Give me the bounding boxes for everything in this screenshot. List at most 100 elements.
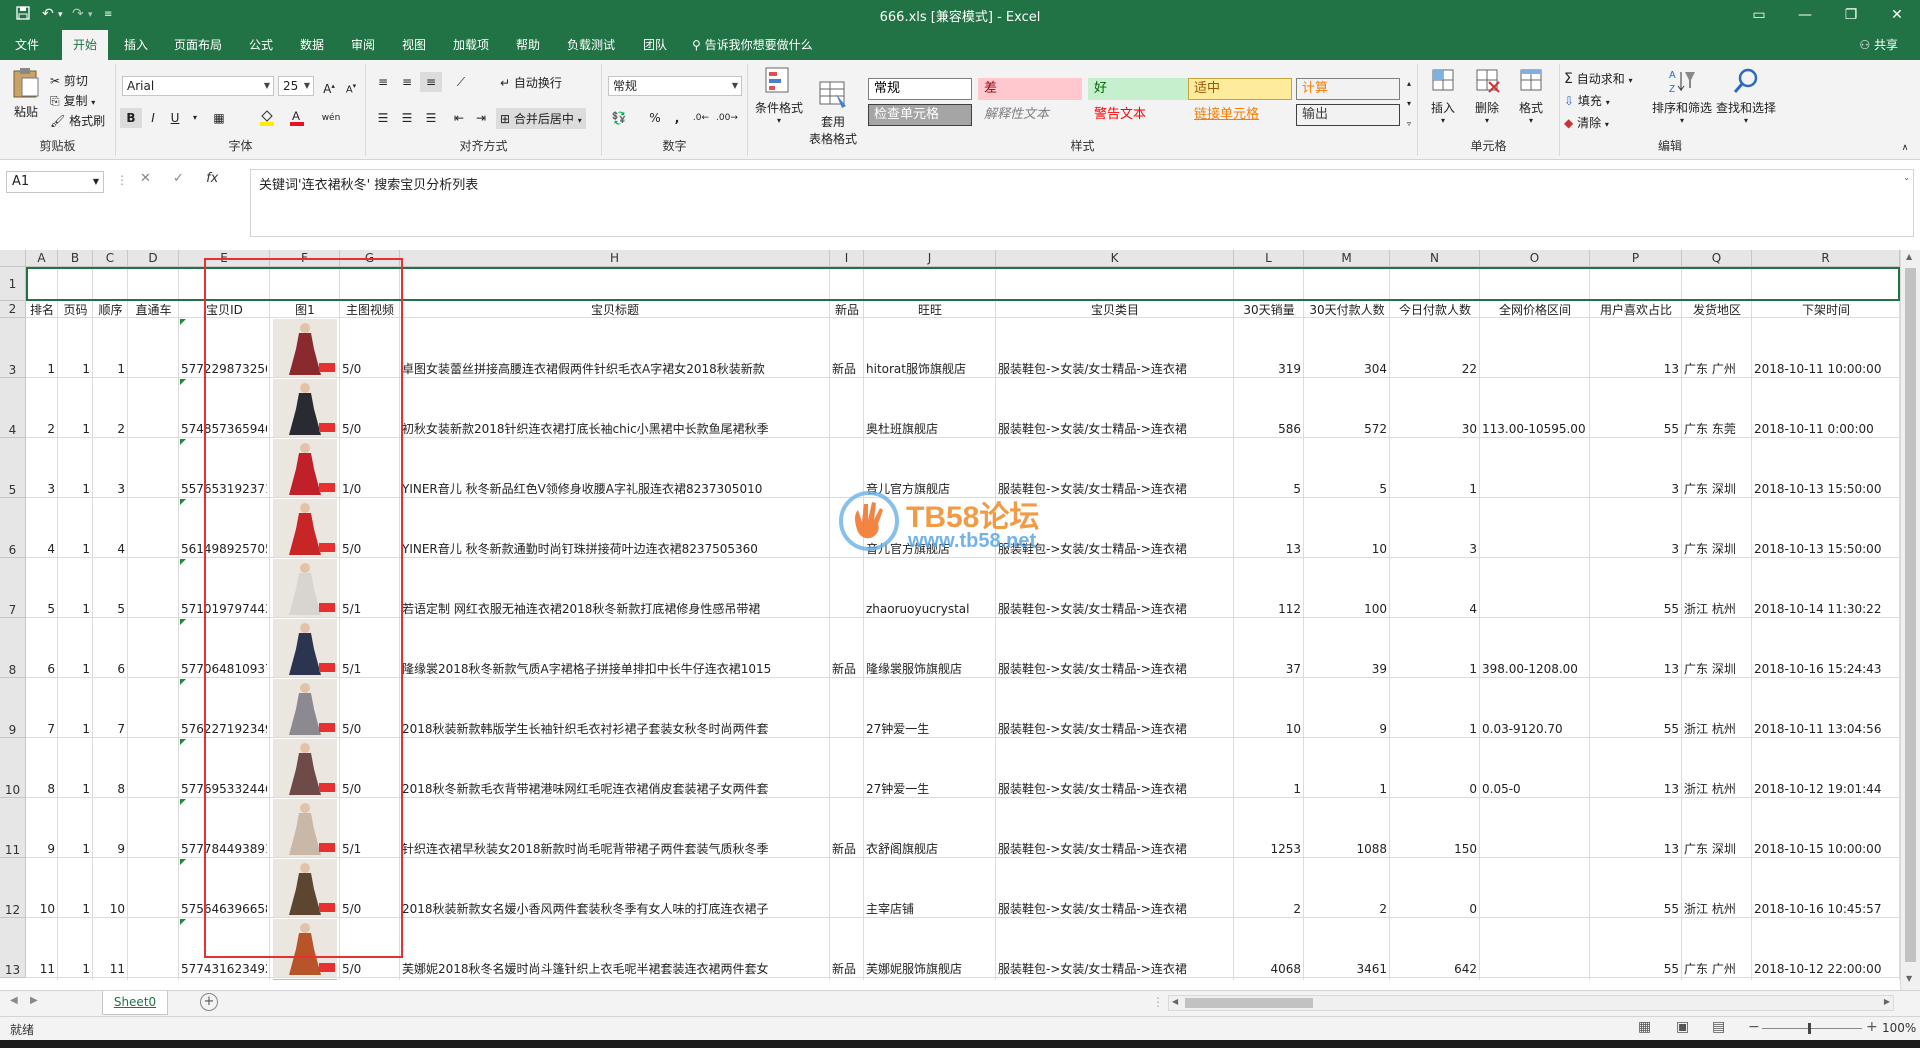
cell-a[interactable]: 11 <box>28 962 55 976</box>
cell-m[interactable]: 572 <box>1306 422 1387 436</box>
cell-b[interactable]: 1 <box>60 362 90 376</box>
cut-button[interactable]: ✂ 剪切 <box>50 72 88 89</box>
cell-j[interactable]: hitorat服饰旗舰店 <box>866 362 993 376</box>
shrink-font-icon[interactable]: A▾ <box>340 76 362 96</box>
cell-p[interactable]: 55 <box>1592 962 1679 976</box>
cell-b[interactable]: 1 <box>60 842 90 856</box>
cell-c[interactable]: 5 <box>95 602 125 616</box>
cell-q[interactable]: 广东 深圳 <box>1684 482 1749 496</box>
horizontal-scroll-thumb[interactable] <box>1185 998 1313 1008</box>
tab-page-layout[interactable]: 页面布局 <box>163 30 233 60</box>
column-title-i[interactable]: 新品 <box>830 303 864 317</box>
cell-style-option[interactable]: 常规 <box>868 78 972 100</box>
cell-a[interactable]: 6 <box>28 662 55 676</box>
tab-load-test[interactable]: 负载测试 <box>556 30 626 60</box>
sheet-tab-sheet0[interactable]: Sheet0 <box>102 991 168 1015</box>
cell-h[interactable]: 卓图女装蕾丝拼接高腰连衣裙假两件针织毛衣A字裙女2018秋装新款 <box>402 362 827 376</box>
cell-a[interactable]: 5 <box>28 602 55 616</box>
cell-k[interactable]: 服装鞋包->女装/女士精品->连衣裙 <box>998 602 1231 616</box>
scroll-right-icon[interactable]: ▶ <box>1884 997 1890 1006</box>
sort-filter-button[interactable]: AZ 排序和筛选 ▾ <box>1650 66 1714 125</box>
cell-i[interactable]: 新品 <box>832 842 861 856</box>
cell-c[interactable]: 2 <box>95 422 125 436</box>
column-title-n[interactable]: 今日付款人数 <box>1390 303 1480 317</box>
cell-style-option[interactable]: 链接单元格 <box>1188 104 1292 126</box>
cell-l[interactable]: 586 <box>1236 422 1301 436</box>
cell-b[interactable]: 1 <box>60 722 90 736</box>
column-title-k[interactable]: 宝贝类目 <box>996 303 1234 317</box>
column-header-h[interactable]: H <box>400 250 830 267</box>
clear-button[interactable]: ◆ 清除 ▾ <box>1564 114 1609 131</box>
cell-c[interactable]: 9 <box>95 842 125 856</box>
cell-r[interactable]: 2018-10-13 15:50:00 <box>1754 542 1897 556</box>
cell-l[interactable]: 319 <box>1236 362 1301 376</box>
restore-icon[interactable]: ❐ <box>1828 0 1874 30</box>
cell-r[interactable]: 2018-10-12 19:01:44 <box>1754 782 1897 796</box>
cell-a[interactable]: 10 <box>28 902 55 916</box>
cell-e[interactable]: 577431623492 <box>181 962 267 976</box>
row-header-12[interactable]: 12 <box>0 858 26 918</box>
increase-indent-icon[interactable]: ⇥ <box>470 108 492 128</box>
cell-a[interactable]: 4 <box>28 542 55 556</box>
cell-h[interactable]: 针织连衣裙早秋装女2018新款时尚毛呢背带裙子两件套装气质秋冬季 <box>402 842 827 856</box>
cell-c[interactable]: 6 <box>95 662 125 676</box>
tab-formulas[interactable]: 公式 <box>238 30 284 60</box>
currency-icon[interactable]: 💱 <box>608 108 630 128</box>
zoom-slider-thumb[interactable] <box>1808 1023 1811 1034</box>
cell-style-option[interactable]: 计算 <box>1296 78 1400 100</box>
cell-p[interactable]: 55 <box>1592 722 1679 736</box>
cell-q[interactable]: 广东 深圳 <box>1684 842 1749 856</box>
cell-l[interactable]: 5 <box>1236 482 1301 496</box>
tab-review[interactable]: 审阅 <box>340 30 386 60</box>
cell-c[interactable]: 11 <box>95 962 125 976</box>
column-header-b[interactable]: B <box>58 250 93 267</box>
cell-m[interactable]: 39 <box>1306 662 1387 676</box>
cell-r[interactable]: 2018-10-11 10:00:00 <box>1754 362 1897 376</box>
tab-insert[interactable]: 插入 <box>113 30 159 60</box>
cell-style-option[interactable]: 好 <box>1088 78 1192 100</box>
scroll-thumb[interactable] <box>1905 268 1916 962</box>
format-painter-button[interactable]: 🖌 格式刷 <box>50 112 105 129</box>
column-title-m[interactable]: 30天付款人数 <box>1304 303 1390 317</box>
align-right-icon[interactable]: ☰ <box>420 108 442 128</box>
font-size-select[interactable]: 25 ▼ <box>278 76 314 96</box>
cancel-icon[interactable]: ✕ <box>140 171 151 186</box>
fill-button[interactable]: ⇩ 填充 ▾ <box>1564 92 1610 109</box>
cell-j[interactable]: 奥杜班旗舰店 <box>866 422 993 436</box>
tab-team[interactable]: 团队 <box>632 30 678 60</box>
tell-me-box[interactable]: ⚲ 告诉我你想要做什么 <box>692 30 813 60</box>
cell-m[interactable]: 100 <box>1306 602 1387 616</box>
cell-h[interactable]: 隆缘裳2018秋冬新款气质A字裙格子拼接单排扣中长牛仔连衣裙1015 <box>402 662 827 676</box>
normal-view-icon[interactable]: ▦ <box>1638 1019 1651 1035</box>
cell-j[interactable]: 衣舒阁旗舰店 <box>866 842 993 856</box>
insert-cells-button[interactable]: 插入 ▾ <box>1422 66 1464 125</box>
column-header-l[interactable]: L <box>1234 250 1304 267</box>
number-format-select[interactable]: 常规 ▼ <box>608 76 742 96</box>
zoom-level[interactable]: 100% <box>1882 1021 1916 1035</box>
cell-l[interactable]: 1 <box>1236 782 1301 796</box>
column-header-c[interactable]: C <box>93 250 128 267</box>
tab-help[interactable]: 帮助 <box>505 30 551 60</box>
cell-style-option[interactable]: 解释性文本 <box>978 104 1082 126</box>
cell-b[interactable]: 1 <box>60 962 90 976</box>
cell-h[interactable]: 2018秋装新款女名媛小香风两件套装秋冬季有女人味的打底连衣裙子 <box>402 902 827 916</box>
percent-button[interactable]: % <box>644 108 666 128</box>
align-middle-icon[interactable]: ≡ <box>396 72 418 92</box>
cell-j[interactable]: 27钟爱一生 <box>866 782 993 796</box>
underline-button[interactable]: U <box>164 108 186 128</box>
cell-a[interactable]: 1 <box>28 362 55 376</box>
column-title-h[interactable]: 宝贝标题 <box>400 303 830 317</box>
tab-data[interactable]: 数据 <box>289 30 335 60</box>
cell-q[interactable]: 浙江 杭州 <box>1684 602 1749 616</box>
cell-p[interactable]: 13 <box>1592 782 1679 796</box>
cell-l[interactable]: 4068 <box>1236 962 1301 976</box>
cell-r[interactable]: 2018-10-11 13:04:56 <box>1754 722 1897 736</box>
spreadsheet-grid[interactable]: A B C D E F G H I J K L M N O P Q R 1 2 3 4 5 6 7 8 9 10 11 12 13 排名 页码顺… <box>0 250 1900 980</box>
cell-n[interactable]: 1 <box>1392 482 1477 496</box>
increase-decimal-icon[interactable]: .0← <box>690 108 712 128</box>
cell-b[interactable]: 1 <box>60 782 90 796</box>
column-title-j[interactable]: 旺旺 <box>864 303 996 317</box>
cell-m[interactable]: 1088 <box>1306 842 1387 856</box>
cell-l[interactable]: 112 <box>1236 602 1301 616</box>
column-header-i[interactable]: I <box>830 250 864 267</box>
